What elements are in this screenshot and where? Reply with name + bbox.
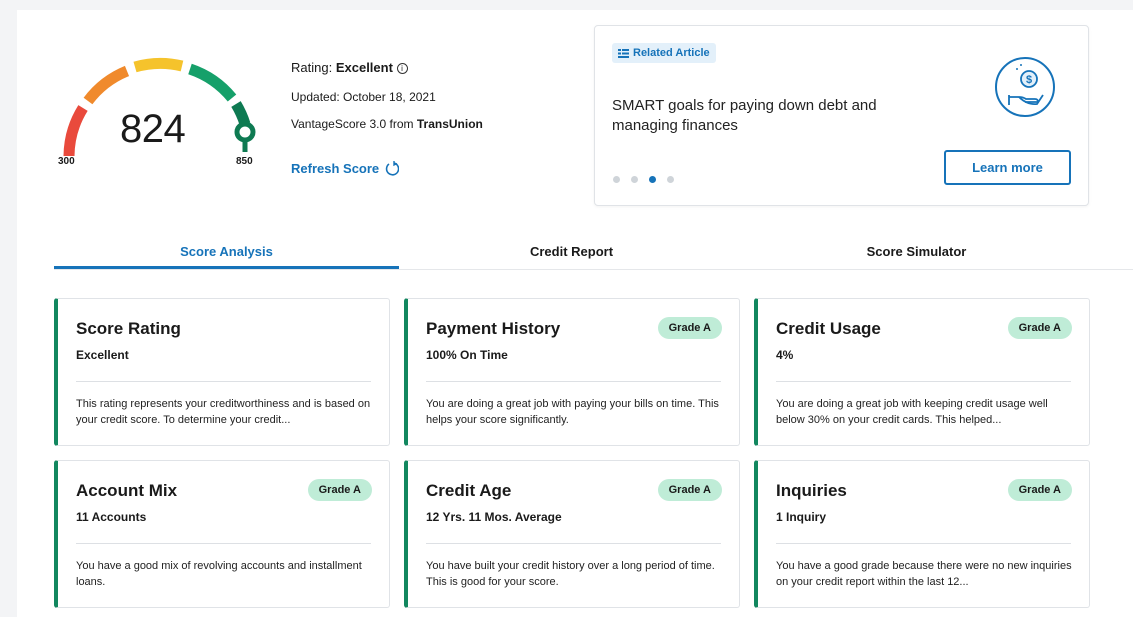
rating-value: Excellent: [335, 60, 393, 75]
grade-badge: Grade A: [1007, 479, 1072, 501]
score-source: VantageScore 3.0 from TransUnion: [291, 117, 483, 131]
grade-badge: Grade A: [307, 479, 372, 501]
card-description: You have a good mix of revolving account…: [76, 560, 362, 588]
card-divider: [776, 543, 1071, 544]
card-title: Inquiries: [776, 481, 847, 500]
card-score-rating[interactable]: Score Rating Excellent This rating repre…: [54, 298, 390, 446]
card-divider: [776, 381, 1071, 382]
carousel-dot[interactable]: [631, 176, 638, 183]
refresh-score-button[interactable]: Refresh Score: [291, 161, 400, 176]
rating-line: Rating: Excellent i: [291, 60, 408, 75]
card-inquiries[interactable]: Inquiries Grade A 1 Inquiry You have a g…: [754, 460, 1090, 608]
learn-more-button[interactable]: Learn more: [944, 150, 1071, 185]
card-value: 100% On Time: [426, 348, 508, 362]
card-description: You have a good grade because there were…: [776, 560, 1072, 588]
related-article-badge-label: Related Article: [633, 47, 710, 59]
gauge-max-label: 850: [236, 156, 253, 167]
refresh-icon: [385, 161, 400, 176]
card-divider: [426, 381, 721, 382]
card-credit-age[interactable]: Credit Age Grade A 12 Yrs. 11 Mos. Avera…: [404, 460, 740, 608]
gauge-segment-darkgreen: [231, 101, 251, 126]
article-list-icon: [618, 48, 629, 58]
card-payment-history[interactable]: Payment History Grade A 100% On Time You…: [404, 298, 740, 446]
card-title: Credit Age: [426, 481, 512, 500]
carousel-dots: [613, 176, 674, 183]
card-description: You have built your credit history over …: [426, 560, 715, 588]
money-hand-icon: $: [995, 57, 1055, 117]
carousel-dot[interactable]: [613, 176, 620, 183]
related-article-badge: Related Article: [612, 43, 716, 63]
tab-score-analysis[interactable]: Score Analysis: [54, 238, 399, 269]
card-value: 12 Yrs. 11 Mos. Average: [426, 510, 562, 524]
tab-score-simulator[interactable]: Score Simulator: [744, 238, 1089, 269]
carousel-dot[interactable]: [667, 176, 674, 183]
gauge-segment-green: [188, 63, 237, 102]
score-source-prefix: VantageScore 3.0 from: [291, 117, 417, 131]
gauge-segment-orange: [83, 65, 130, 105]
card-credit-usage[interactable]: Credit Usage Grade A 4% You are doing a …: [754, 298, 1090, 446]
info-icon[interactable]: i: [396, 63, 408, 74]
grade-badge: Grade A: [1007, 317, 1072, 339]
gauge-min-label: 300: [58, 156, 75, 167]
card-description: You are doing a great job with keeping c…: [776, 398, 1048, 426]
score-tabs: Score Analysis Credit Report Score Simul…: [54, 238, 1133, 270]
related-article-card: Related Article SMART goals for paying d…: [594, 25, 1089, 206]
card-value: Excellent: [76, 348, 129, 362]
card-divider: [426, 543, 721, 544]
carousel-dot-active[interactable]: [649, 176, 656, 183]
article-title[interactable]: SMART goals for paying down debt and man…: [612, 96, 912, 136]
card-value: 11 Accounts: [76, 510, 147, 524]
card-title: Payment History: [426, 319, 561, 338]
credit-score-value: 824: [120, 107, 186, 151]
card-divider: [76, 543, 371, 544]
card-title: Score Rating: [76, 319, 181, 338]
card-description: You are doing a great job with paying yo…: [426, 398, 719, 426]
card-description: This rating represents your creditworthi…: [76, 398, 371, 426]
svg-text:$: $: [1026, 74, 1032, 86]
card-title: Credit Usage: [776, 319, 881, 338]
rating-label: Rating:: [291, 60, 333, 75]
card-value: 4%: [776, 348, 794, 362]
score-source-brand: TransUnion: [416, 117, 483, 131]
card-value: 1 Inquiry: [776, 510, 827, 524]
card-account-mix[interactable]: Account Mix Grade A 11 Accounts You have…: [54, 460, 390, 608]
card-title: Account Mix: [76, 481, 178, 500]
gauge-segment-red: [63, 105, 88, 157]
refresh-score-label: Refresh Score: [291, 161, 380, 176]
card-divider: [76, 381, 371, 382]
gauge-marker: [234, 121, 256, 143]
grade-badge: Grade A: [657, 317, 722, 339]
updated-date: Updated: October 18, 2021: [291, 90, 436, 104]
tab-credit-report[interactable]: Credit Report: [399, 238, 744, 269]
gauge-segment-yellow: [133, 57, 184, 73]
grade-badge: Grade A: [657, 479, 722, 501]
